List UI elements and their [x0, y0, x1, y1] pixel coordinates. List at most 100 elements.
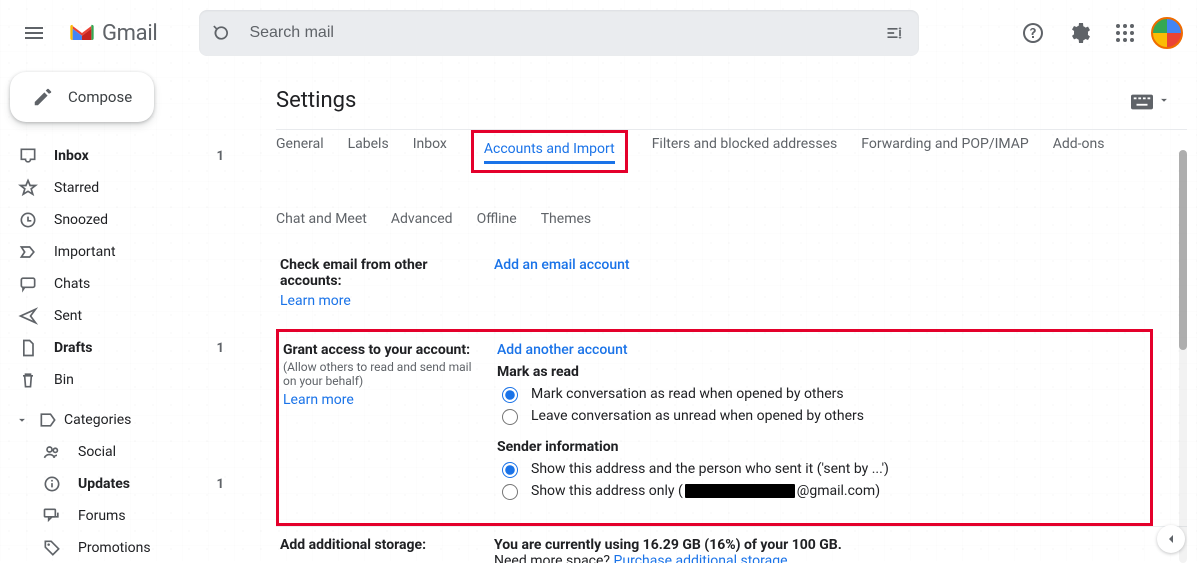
sidebar-item-label: Drafts: [54, 340, 201, 356]
mark-as-read-option-2[interactable]: Leave conversation as unread when opened…: [497, 406, 1146, 425]
star-icon: [18, 178, 38, 198]
sidebar-item-chats[interactable]: Chats: [10, 268, 238, 300]
tab-filters-and-blocked-addresses[interactable]: Filters and blocked addresses: [652, 130, 838, 173]
sidebar-item-starred[interactable]: Starred: [10, 172, 238, 204]
tab-advanced[interactable]: Advanced: [391, 205, 453, 233]
sender-info-option-2[interactable]: Show this address only ( @gmail.com): [497, 481, 1146, 500]
purchase-storage-link[interactable]: Purchase additional storage: [614, 553, 788, 563]
tab-inbox[interactable]: Inbox: [413, 130, 447, 173]
sidebar-item-promotions[interactable]: Promotions: [10, 532, 238, 564]
keyboard-icon: [1131, 94, 1153, 110]
sidebar-item-social[interactable]: Social: [10, 436, 238, 468]
tag-icon: [42, 538, 62, 558]
main-menu-button[interactable]: [14, 13, 54, 53]
sidebar-item-label: Social: [78, 444, 230, 460]
mark-as-read-option-1[interactable]: Mark conversation as read when opened by…: [497, 384, 1146, 403]
sidebar-item-label: Sent: [54, 308, 230, 324]
chat-icon: [18, 274, 38, 294]
content-scrollthumb[interactable]: [1179, 150, 1187, 350]
search-options-icon[interactable]: [885, 23, 905, 43]
sidebar-item-label: Chats: [54, 276, 230, 292]
sender-info-label-2b: @gmail.com): [797, 483, 880, 499]
info-icon: [42, 474, 62, 494]
sidebar-item-label: Forums: [78, 508, 230, 524]
sidebar-item-label: Snoozed: [54, 212, 230, 228]
sidebar-item-sent[interactable]: Sent: [10, 300, 238, 332]
search-icon: [213, 23, 233, 43]
storage-more-text: Need more space?: [494, 553, 614, 563]
compose-button[interactable]: Compose: [10, 72, 154, 122]
mark-as-read-label-1: Mark conversation as read when opened by…: [531, 386, 844, 402]
grant-access-sub: (Allow others to read and send mail on y…: [283, 360, 473, 388]
tab-add-ons[interactable]: Add-ons: [1053, 130, 1105, 173]
search-input[interactable]: [247, 23, 871, 43]
people-icon: [42, 442, 62, 462]
sidebar-item-count: 1: [217, 477, 230, 492]
sidebar-item-label: Important: [54, 244, 230, 260]
caret-down-icon: [12, 410, 32, 430]
gmail-logo-text: Gmail: [102, 21, 157, 46]
sender-info-option-1[interactable]: Show this address and the person who sen…: [497, 459, 1146, 478]
label-icon: [38, 410, 58, 430]
tab-accounts-and-import[interactable]: Accounts and Import: [471, 130, 628, 173]
search-box[interactable]: [199, 10, 919, 56]
tab-offline[interactable]: Offline: [477, 205, 517, 233]
categories-label: Categories: [64, 412, 230, 428]
sidebar-item-bin[interactable]: Bin: [10, 364, 238, 396]
input-tools-toggle[interactable]: [1131, 92, 1171, 111]
sidebar-item-label: Updates: [78, 476, 201, 492]
settings-button[interactable]: [1059, 13, 1099, 53]
sidebar-item-forums[interactable]: Forums: [10, 500, 238, 532]
check-email-learn-more[interactable]: Learn more: [280, 293, 470, 309]
tab-chat-and-meet[interactable]: Chat and Meet: [276, 205, 367, 233]
help-icon: [1021, 21, 1045, 45]
storage-status: You are currently using 16.29 GB (16%) o…: [494, 537, 1183, 553]
support-button[interactable]: [1013, 13, 1053, 53]
tab-themes[interactable]: Themes: [541, 205, 591, 233]
send-icon: [18, 306, 38, 326]
important-icon: [18, 242, 38, 262]
mark-as-read-header: Mark as read: [497, 364, 1146, 380]
account-avatar[interactable]: [1151, 17, 1183, 49]
side-panel-toggle[interactable]: [1157, 525, 1185, 553]
sidebar-item-snoozed[interactable]: Snoozed: [10, 204, 238, 236]
add-another-account-link[interactable]: Add another account: [497, 342, 1146, 358]
hamburger-icon: [22, 21, 46, 45]
tab-labels[interactable]: Labels: [348, 130, 389, 173]
sender-info-label-1: Show this address and the person who sen…: [531, 461, 889, 477]
gear-icon: [1067, 21, 1091, 45]
mark-as-read-radio-2[interactable]: [502, 409, 518, 425]
sidebar-item-count: 1: [217, 149, 230, 164]
google-apps-button[interactable]: [1105, 13, 1145, 53]
pencil-icon: [32, 86, 54, 108]
sidebar-item-count: 1: [217, 341, 230, 356]
mark-as-read-label-2: Leave conversation as unread when opened…: [531, 408, 864, 424]
grant-access-learn-more[interactable]: Learn more: [283, 392, 473, 408]
grant-access-heading: Grant access to your account:: [283, 342, 473, 358]
sender-info-radio-1[interactable]: [502, 462, 518, 478]
sidebar-categories[interactable]: Categories: [10, 404, 238, 436]
add-email-account-link[interactable]: Add an email account: [494, 257, 1183, 273]
tab-forwarding-and-pop-imap[interactable]: Forwarding and POP/IMAP: [861, 130, 1028, 173]
inbox-icon: [18, 146, 38, 166]
content-scrollbar[interactable]: [1179, 150, 1187, 563]
sidebar-item-inbox[interactable]: Inbox 1: [10, 140, 238, 172]
sidebar-item-drafts[interactable]: Drafts 1: [10, 332, 238, 364]
mark-as-read-radio-1[interactable]: [502, 387, 518, 403]
sidebar-item-label: Bin: [54, 372, 230, 388]
apps-grid-icon: [1113, 21, 1137, 45]
sidebar-item-important[interactable]: Important: [10, 236, 238, 268]
page-title: Settings: [276, 88, 1187, 113]
sender-info-radio-2[interactable]: [502, 484, 518, 500]
gmail-logo[interactable]: Gmail: [68, 19, 157, 47]
sender-info-header: Sender information: [497, 439, 1146, 455]
sidebar-item-updates[interactable]: Updates 1: [10, 468, 238, 500]
caret-down-icon: [1157, 92, 1171, 111]
compose-label: Compose: [68, 88, 132, 106]
sidebar-item-label: Starred: [54, 180, 230, 196]
storage-heading: Add additional storage:: [280, 537, 470, 553]
tab-general[interactable]: General: [276, 130, 324, 173]
gmail-logo-icon: [68, 19, 96, 47]
sender-info-label-2a: Show this address only (: [531, 483, 683, 499]
sidebar-item-label: Inbox: [54, 148, 201, 164]
